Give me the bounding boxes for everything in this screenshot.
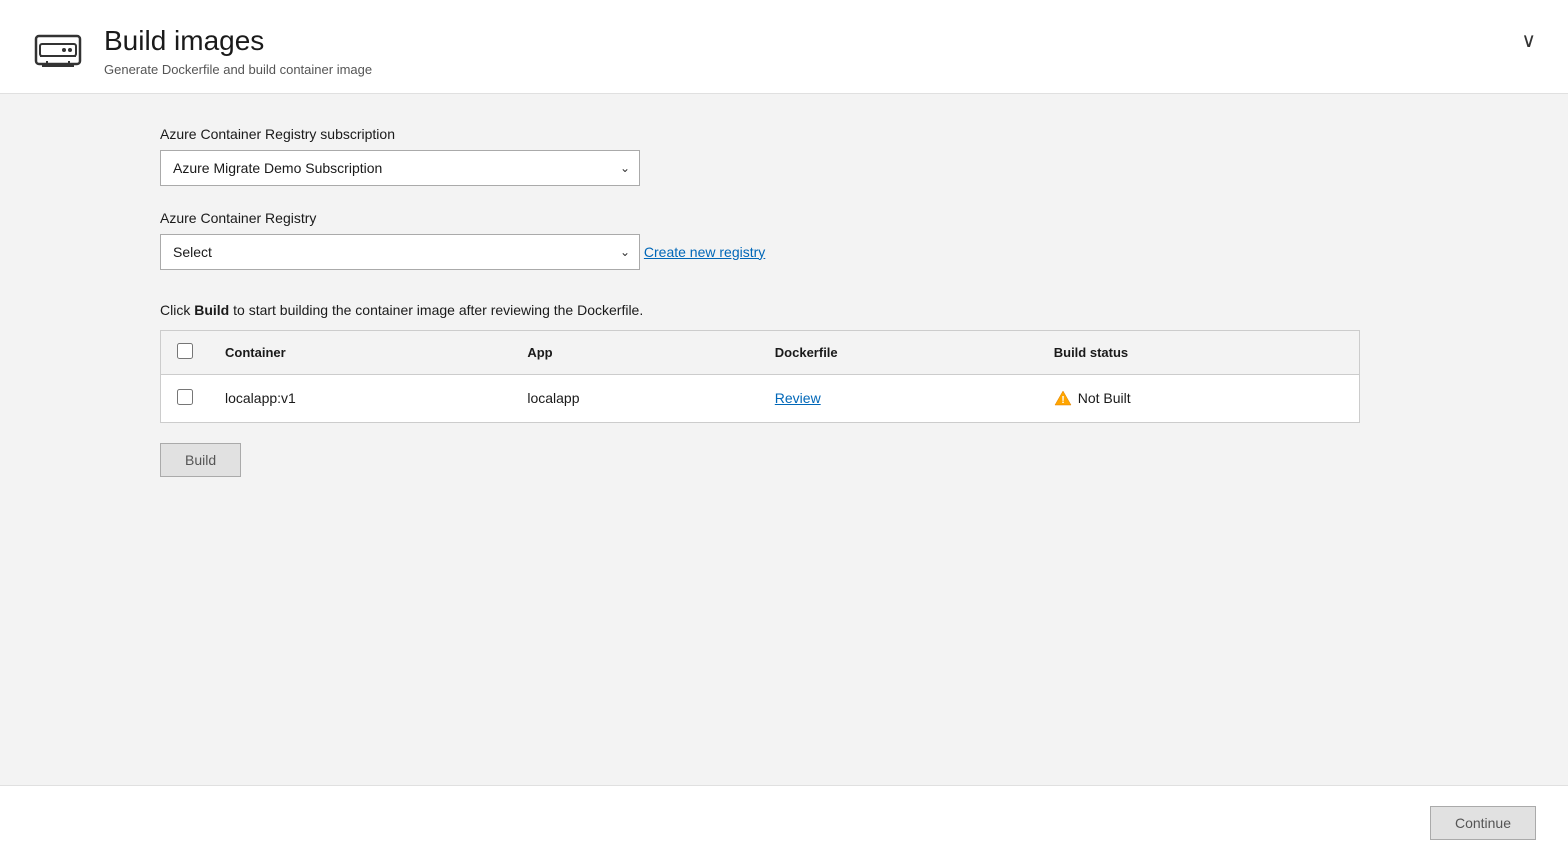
build-table: Container App Dockerfile Build status lo… <box>160 330 1360 423</box>
row-container: localapp:v1 <box>209 374 511 422</box>
registry-select[interactable]: Select <box>160 234 640 270</box>
column-header-app: App <box>511 330 758 374</box>
build-info-bold: Build <box>194 302 229 318</box>
create-registry-link[interactable]: Create new registry <box>644 244 765 260</box>
build-status-text: Not Built <box>1078 390 1131 406</box>
svg-text:!: ! <box>1061 395 1064 406</box>
form-section: Azure Container Registry subscription Az… <box>160 126 1460 477</box>
column-header-container: Container <box>209 330 511 374</box>
page-icon <box>32 24 84 76</box>
subscription-label: Azure Container Registry subscription <box>160 126 1460 142</box>
build-info-suffix: to start building the container image af… <box>229 302 643 318</box>
select-all-checkbox[interactable] <box>177 343 193 359</box>
warning-icon: ! <box>1054 389 1072 407</box>
build-status-container: ! Not Built <box>1054 389 1343 407</box>
subscription-field-group: Azure Container Registry subscription Az… <box>160 126 1460 186</box>
header-checkbox-cell <box>161 330 210 374</box>
table-row: localapp:v1 localapp Review ! <box>161 374 1360 422</box>
row-app: localapp <box>511 374 758 422</box>
main-content: Azure Container Registry subscription Az… <box>0 94 1568 785</box>
page-subtitle: Generate Dockerfile and build container … <box>104 62 372 77</box>
collapse-button[interactable]: ∨ <box>1521 28 1536 53</box>
column-header-dockerfile: Dockerfile <box>759 330 1038 374</box>
page-header: Build images Generate Dockerfile and bui… <box>0 0 1568 94</box>
subscription-select[interactable]: Azure Migrate Demo Subscription <box>160 150 640 186</box>
row-checkbox[interactable] <box>177 389 193 405</box>
build-info-text: Click Build to start building the contai… <box>160 302 1460 318</box>
header-text-group: Build images Generate Dockerfile and bui… <box>104 24 372 77</box>
row-dockerfile: Review <box>759 374 1038 422</box>
registry-field-group: Azure Container Registry Select ⌄ Create… <box>160 210 1460 270</box>
row-build-status: ! Not Built <box>1038 374 1360 422</box>
footer: Continue <box>0 785 1568 860</box>
table-header-row: Container App Dockerfile Build status <box>161 330 1360 374</box>
subscription-select-wrapper: Azure Migrate Demo Subscription ⌄ <box>160 150 640 186</box>
row-checkbox-cell <box>161 374 210 422</box>
build-button-row: Build <box>160 443 1460 477</box>
review-link[interactable]: Review <box>775 390 821 406</box>
registry-select-wrapper: Select ⌄ <box>160 234 640 270</box>
column-header-build-status: Build status <box>1038 330 1360 374</box>
build-button[interactable]: Build <box>160 443 241 477</box>
page-title: Build images <box>104 24 372 58</box>
registry-label: Azure Container Registry <box>160 210 1460 226</box>
build-info-prefix: Click <box>160 302 194 318</box>
continue-button[interactable]: Continue <box>1430 806 1536 840</box>
